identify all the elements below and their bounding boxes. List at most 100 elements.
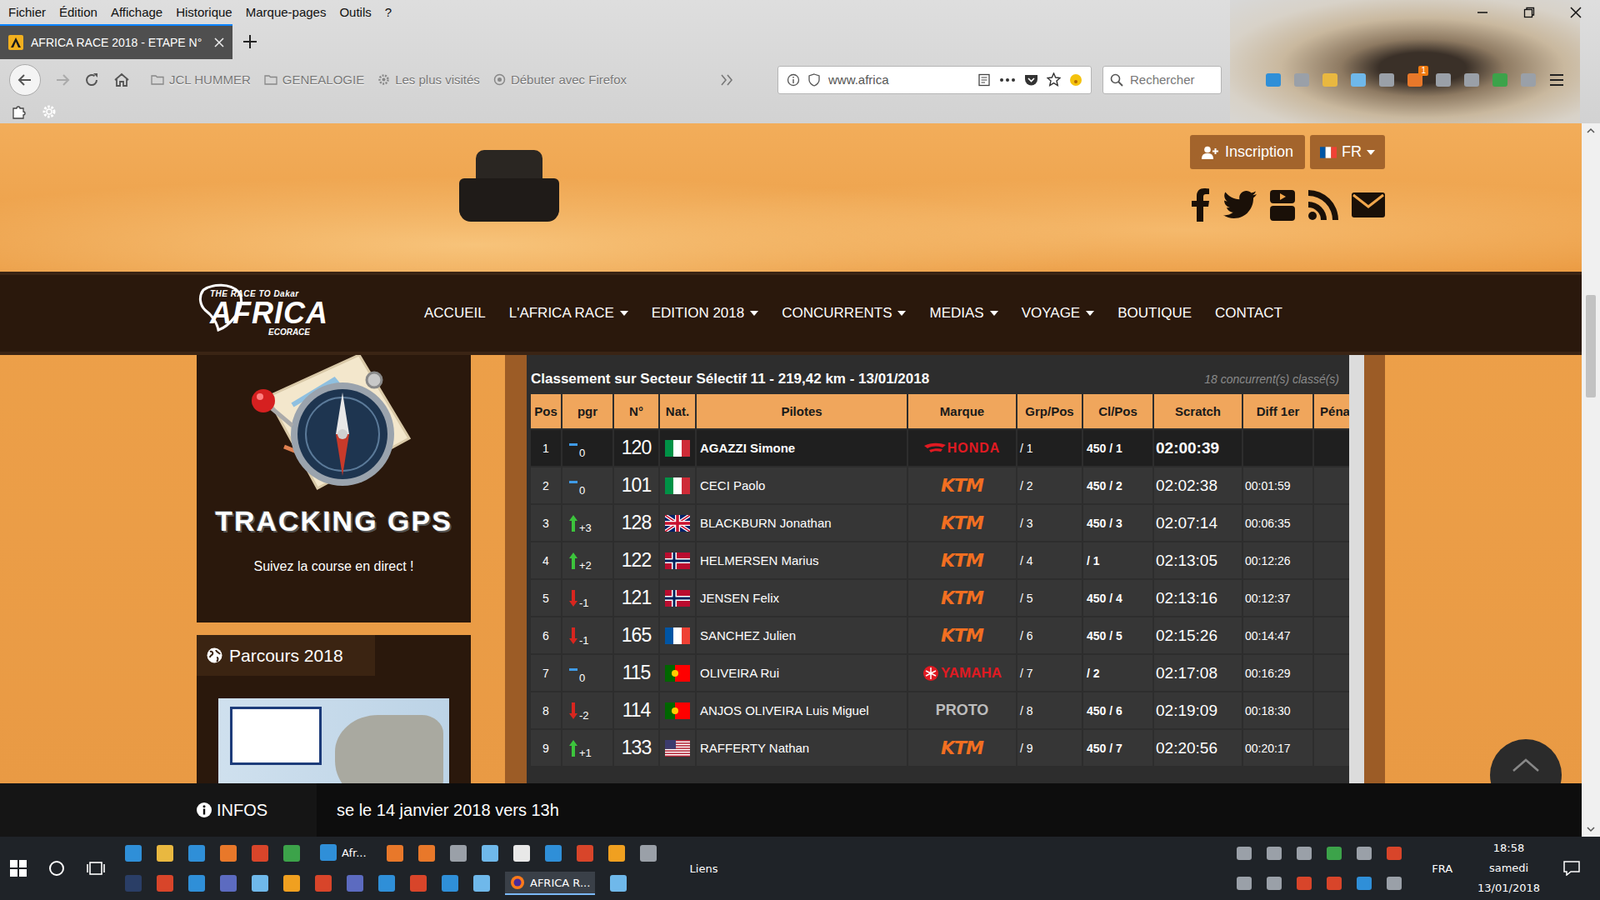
nav-item[interactable]: BOUTIQUE	[1117, 305, 1192, 322]
windows-start-icon[interactable]	[10, 860, 27, 877]
taskbar-app-icon[interactable]	[640, 845, 657, 862]
pilot-cell[interactable]: BLACKBURN Jonathan	[696, 505, 907, 541]
nav-item[interactable]: ACCUEIL	[424, 305, 486, 322]
page-scrollbar[interactable]	[1581, 123, 1600, 837]
pilot-cell[interactable]: AGAZZI Simone	[696, 430, 907, 466]
bookmark[interactable]: Débuter avec Firefox	[493, 72, 627, 87]
taskbar-task[interactable]: Afr...	[315, 840, 372, 866]
nav-item[interactable]: EDITION 2018	[651, 305, 760, 322]
bookmark[interactable]: GENEALOGIE	[264, 72, 365, 87]
nav-item[interactable]: CONTACT	[1215, 305, 1283, 322]
youtube-icon[interactable]	[1270, 188, 1295, 222]
parcours-card[interactable]: Parcours 2018	[196, 635, 471, 784]
taskbar-app-icon[interactable]	[481, 845, 499, 862]
column-header[interactable]: Marque	[908, 394, 1016, 429]
forward-arrow-icon[interactable]	[55, 72, 70, 88]
search-field[interactable]: Rechercher	[1102, 65, 1222, 95]
more-dots-icon[interactable]	[999, 77, 1016, 83]
taskbar-app-icon[interactable]	[283, 845, 300, 862]
hamburger-menu-icon[interactable]	[1549, 73, 1565, 87]
inscription-button[interactable]: Inscription	[1190, 135, 1305, 170]
taskbar-app-icon[interactable]	[441, 875, 459, 892]
taskbar-app-icon[interactable]	[156, 875, 174, 892]
column-header[interactable]: pgr	[562, 394, 613, 429]
taskbar-app-icon[interactable]	[125, 875, 142, 892]
reload-icon[interactable]	[84, 72, 100, 88]
route-map-image[interactable]	[218, 698, 450, 784]
taskbar-app-icon[interactable]	[608, 845, 625, 862]
taskbar-app-icon[interactable]	[188, 845, 205, 862]
taskbar-app-icon[interactable]	[315, 875, 332, 892]
puzzle-icon[interactable]	[11, 104, 27, 120]
column-header[interactable]: N°	[614, 394, 659, 429]
browser-tab[interactable]: AFRICA RACE 2018 - ETAPE N°	[0, 24, 233, 60]
star-icon[interactable]	[1046, 72, 1061, 87]
menu-item[interactable]: Marque-pages	[239, 5, 334, 20]
extension-icon[interactable]: 1	[1407, 73, 1423, 87]
scroll-to-top-button[interactable]	[1490, 739, 1562, 784]
tray-icon[interactable]	[1356, 876, 1372, 890]
extension-icon[interactable]	[1520, 73, 1536, 87]
extension-icon[interactable]	[1435, 73, 1451, 87]
table-row[interactable]: 8 -2 114 ANJOS OLIVEIRA Luis Miguel PROT…	[530, 692, 1340, 729]
table-row[interactable]: 5 -1 121 JENSEN Felix KTM / 5 450 / 4 02…	[530, 580, 1340, 616]
pilot-cell[interactable]: OLIVEIRA Rui	[696, 655, 907, 691]
nav-item[interactable]: L'AFRICA RACE	[509, 305, 629, 322]
bookmark[interactable]: Les plus visités	[377, 72, 480, 87]
extension-icon[interactable]	[1322, 73, 1338, 87]
site-logo[interactable]: THE RACE TO Dakar AFRICA ECORACE	[196, 290, 347, 337]
mail-icon[interactable]	[1351, 192, 1385, 218]
column-header[interactable]: Cl/Pos	[1083, 394, 1153, 429]
taskbar-app-icon[interactable]	[220, 845, 237, 862]
tracking-card[interactable]: TRACKING GPS Suivez la course en direct …	[196, 351, 471, 623]
gear-icon[interactable]	[41, 104, 57, 120]
pilot-cell[interactable]: SANCHEZ Julien	[696, 617, 907, 654]
taskbar-app-icon[interactable]	[378, 875, 395, 892]
pilot-cell[interactable]: HELMERSEN Marius	[696, 542, 907, 579]
extension-icon[interactable]	[1294, 73, 1310, 87]
search-circle-icon[interactable]	[48, 860, 65, 877]
nav-item[interactable]: MEDIAS	[929, 305, 998, 322]
column-header[interactable]: Pilotes	[696, 394, 907, 429]
menu-item[interactable]: Affichage	[104, 5, 170, 20]
url-bar[interactable]: www.africa	[777, 65, 1092, 95]
taskbar-app-icon[interactable]	[251, 845, 269, 862]
menu-item[interactable]: Outils	[332, 5, 378, 20]
extension-icon[interactable]	[1464, 73, 1480, 87]
extension-icon[interactable]	[1350, 73, 1366, 87]
extension-icon[interactable]	[1492, 73, 1508, 87]
close-icon[interactable]	[1570, 6, 1582, 19]
new-tab-icon[interactable]	[242, 34, 258, 50]
taskbar-app-icon[interactable]	[410, 875, 427, 892]
column-header[interactable]: Diff 1er	[1243, 394, 1313, 429]
overflow-chevron-icon[interactable]	[720, 74, 734, 86]
taskbar-app-icon[interactable]	[386, 845, 404, 862]
tray-icon[interactable]	[1386, 876, 1402, 890]
task-view-icon[interactable]	[86, 860, 105, 877]
taskbar-app-icon[interactable]	[220, 875, 237, 892]
tab-close-icon[interactable]	[214, 37, 225, 48]
reader-icon[interactable]	[977, 73, 991, 87]
taskbar-app-icon[interactable]	[251, 875, 269, 892]
facebook-icon[interactable]	[1191, 188, 1210, 222]
tray-icon[interactable]	[1296, 846, 1312, 860]
notification-icon[interactable]	[1563, 860, 1580, 876]
taskbar-app-icon[interactable]	[513, 845, 530, 862]
table-row[interactable]: 4 +2 122 HELMERSEN Marius KTM / 4 / 1 02…	[530, 542, 1340, 579]
taskbar-app-icon[interactable]	[346, 875, 364, 892]
taskbar-app-icon[interactable]	[450, 845, 467, 862]
nav-item[interactable]: VOYAGE	[1021, 305, 1095, 322]
tray-icon[interactable]	[1386, 846, 1402, 860]
pilot-cell[interactable]: CECI Paolo	[696, 467, 907, 504]
table-row[interactable]: 6 -1 165 SANCHEZ Julien KTM / 6 450 / 5 …	[530, 617, 1340, 654]
taskbar-task[interactable]: AFRICA R...	[505, 871, 595, 895]
pilot-cell[interactable]: RAFFERTY Nathan	[696, 730, 907, 766]
clock[interactable]: 18:58 samedi 13/01/2018	[1477, 838, 1540, 899]
tray-icon[interactable]	[1326, 846, 1342, 860]
emoji-icon[interactable]	[1069, 73, 1083, 87]
twitter-icon[interactable]	[1223, 190, 1257, 220]
menu-item[interactable]: ?	[378, 5, 399, 20]
scroll-thumb[interactable]	[1585, 295, 1596, 398]
rss-icon[interactable]	[1308, 190, 1339, 220]
table-row[interactable]: 1 0 120 AGAZZI Simone HONDA / 1 450 / 1 …	[530, 430, 1340, 466]
